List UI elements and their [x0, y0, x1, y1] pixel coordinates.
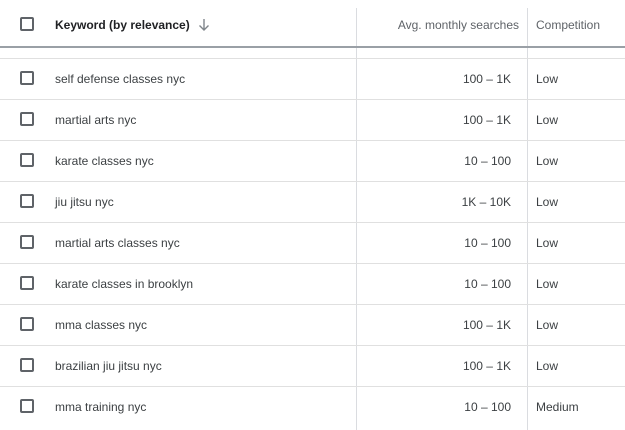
arrow-down-icon[interactable] [198, 18, 210, 32]
searches-cell: 100 – 1K [462, 72, 511, 86]
keyword-column-header[interactable]: Keyword (by relevance) [55, 18, 210, 32]
searches-cell: 100 – 1K [462, 359, 511, 373]
row-checkbox[interactable] [20, 194, 34, 208]
competition-cell: Low [536, 154, 559, 168]
competition-cell: Low [536, 72, 559, 86]
row-checkbox[interactable] [20, 235, 34, 249]
searches-cell: 10 – 100 [464, 236, 511, 250]
searches-cell: 10 – 100 [464, 277, 511, 291]
competition-cell: Medium [536, 400, 579, 414]
searches-cell: 10 – 100 [464, 400, 511, 414]
table-header: Keyword (by relevance) Avg. monthly sear… [0, 0, 625, 48]
competition-column-header[interactable]: Competition [536, 18, 600, 32]
row-checkbox[interactable] [20, 71, 34, 85]
table-row[interactable]: martial arts classes nyc 10 – 100 Low [0, 223, 625, 264]
select-all-checkbox[interactable] [20, 17, 34, 31]
row-checkbox[interactable] [20, 276, 34, 290]
keyword-cell: jiu jitsu nyc [55, 195, 114, 209]
keyword-cell: karate classes nyc [55, 154, 154, 168]
keyword-cell: karate classes in brooklyn [55, 277, 194, 291]
row-checkbox[interactable] [20, 317, 34, 331]
row-checkbox[interactable] [20, 358, 34, 372]
keyword-cell: self defense classes nyc [55, 72, 186, 86]
keyword-cell: martial arts nyc [55, 113, 137, 127]
searches-cell: 1K – 10K [461, 195, 511, 209]
table-spacer [0, 48, 625, 59]
searches-column-header[interactable]: Avg. monthly searches [398, 18, 519, 32]
row-checkbox[interactable] [20, 112, 34, 126]
table-row[interactable]: self defense classes nyc 100 – 1K Low [0, 59, 625, 100]
row-checkbox[interactable] [20, 399, 34, 413]
searches-cell: 100 – 1K [462, 318, 511, 332]
row-checkbox[interactable] [20, 153, 34, 167]
competition-cell: Low [536, 236, 559, 250]
competition-cell: Low [536, 195, 559, 209]
keyword-cell: mma training nyc [55, 400, 147, 414]
searches-cell: 100 – 1K [462, 113, 511, 127]
table-row[interactable]: karate classes nyc 10 – 100 Low [0, 141, 625, 182]
table-row[interactable]: karate classes in brooklyn 10 – 100 Low [0, 264, 625, 305]
keyword-cell: brazilian jiu jitsu nyc [55, 359, 162, 373]
table-row[interactable]: mma training nyc 10 – 100 Medium [0, 387, 625, 428]
searches-cell: 10 – 100 [464, 154, 511, 168]
keyword-column-label: Keyword (by relevance) [55, 18, 190, 32]
competition-cell: Low [536, 277, 559, 291]
keyword-cell: mma classes nyc [55, 318, 148, 332]
keyword-table: Keyword (by relevance) Avg. monthly sear… [0, 0, 625, 430]
table-row[interactable]: martial arts nyc 100 – 1K Low [0, 100, 625, 141]
table-row[interactable]: brazilian jiu jitsu nyc 100 – 1K Low [0, 346, 625, 387]
table-row[interactable]: mma classes nyc 100 – 1K Low [0, 305, 625, 346]
keyword-cell: martial arts classes nyc [55, 236, 180, 250]
competition-cell: Low [536, 113, 559, 127]
competition-cell: Low [536, 318, 559, 332]
table-row[interactable]: jiu jitsu nyc 1K – 10K Low [0, 182, 625, 223]
competition-cell: Low [536, 359, 559, 373]
